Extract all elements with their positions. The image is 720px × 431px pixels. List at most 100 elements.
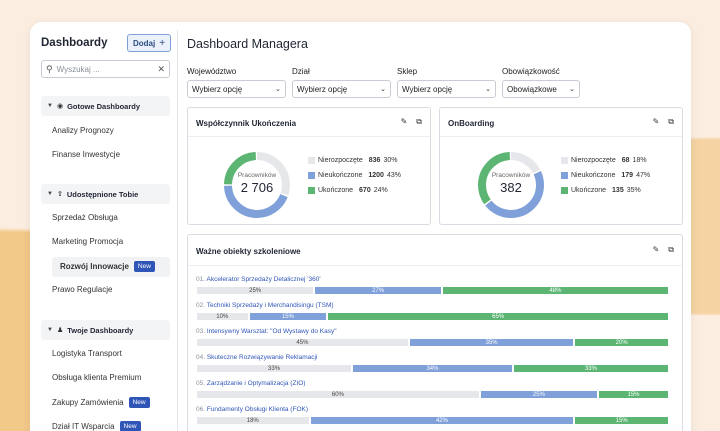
group-udostepnione-tobie[interactable]: ▼ ⇧ Udostępnione Tobie <box>41 184 170 204</box>
pencil-icon[interactable]: ✎ <box>653 117 660 127</box>
select-value: Wybierz opcję <box>402 84 453 94</box>
select-obowiazkowosc[interactable]: Obowiązkowe ⌄ <box>502 80 580 98</box>
sidebar: Dashboardy Dodaj + ⚲ Wyszukaj ... ✕ ▼ ◉ … <box>30 22 177 431</box>
progress-segment: 15% <box>249 313 327 320</box>
object-title[interactable]: 04. Skuteczne Rozwiązywanie Reklamacji <box>196 354 317 361</box>
select-sklep[interactable]: Wybierz opcję ⌄ <box>397 80 496 98</box>
search-input[interactable]: ⚲ Wyszukaj ... ✕ <box>41 60 170 78</box>
object-name: Akcelerator Sprzedaży Detalicznej '360' <box>206 276 321 283</box>
chevron-down-icon: ⌄ <box>380 86 386 93</box>
progress-segment: 18% <box>197 417 309 424</box>
donut-legend: Nierozpoczęte 836 30% Nieukończone 1200 43% … <box>308 153 401 198</box>
object-title[interactable]: 01. Akcelerator Sprzedaży Detalicznej '3… <box>196 276 321 283</box>
sidebar-item-label: Obsługa klienta Premium <box>52 373 142 382</box>
copy-icon[interactable]: ⧉ <box>416 117 422 127</box>
sidebar-divider <box>177 30 178 431</box>
share-icon: ⇧ <box>56 191 63 198</box>
select-value: Wybierz opcję <box>297 84 348 94</box>
legend-count: 68 <box>621 157 630 164</box>
sidebar-item-sprzedaz-obsluga[interactable]: Sprzedaż Obsługa <box>52 213 118 222</box>
legend-pct: 35% <box>626 187 641 194</box>
object-index: 04. <box>196 354 207 361</box>
object-index: 05. <box>196 380 207 387</box>
progress-segment: 33% <box>513 365 668 372</box>
donut-caption: Pracowników <box>491 172 531 179</box>
progress-segment: 65% <box>328 313 668 320</box>
object-title[interactable]: 02. Techniki Sprzedaży i Merchandisingu … <box>196 302 334 309</box>
legend-swatch <box>561 187 568 194</box>
sidebar-item-label: Rozwój Innowacje <box>60 262 129 271</box>
select-wojewodztwo[interactable]: Wybierz opcję ⌄ <box>187 80 286 98</box>
search-icon: ⚲ <box>46 63 53 74</box>
card-onboarding: OnBoarding ✎ ⧉ Pracowników 382 Nierozpocz… <box>439 107 683 225</box>
object-progress-bar: 60% 25% 15% <box>196 391 669 398</box>
legend-label: Nierozpoczęte <box>571 157 616 164</box>
progress-segment: 15% <box>599 391 668 398</box>
card-separator <box>188 265 682 266</box>
object-title[interactable]: 03. Intensywny Warsztat: "Od Wystawy do … <box>196 328 337 335</box>
legend-swatch <box>308 157 315 164</box>
card-separator <box>188 136 430 137</box>
sidebar-item-rozwoj-innowacje[interactable]: Rozwój Innowacje New <box>60 261 155 272</box>
clear-icon[interactable]: ✕ <box>157 64 165 75</box>
legend-label: Nieukończone <box>571 172 616 179</box>
group-twoje-dashboardy[interactable]: ▼ ♟ Twoje Dashboardy <box>41 320 170 340</box>
sidebar-item-zakupy-zamowienia[interactable]: Zakupy Zamówienia New <box>52 397 150 408</box>
sidebar-item-logistyka-transport[interactable]: Logistyka Transport <box>52 349 122 358</box>
sidebar-item-label: Dział IT Wsparcia <box>52 422 115 431</box>
progress-segment: 42% <box>310 417 574 424</box>
legend-count: 836 <box>368 157 381 164</box>
sidebar-item-obsluga-klienta-premium[interactable]: Obsługa klienta Premium <box>52 373 141 382</box>
pencil-icon[interactable]: ✎ <box>401 117 408 127</box>
progress-segment: 25% <box>480 391 598 398</box>
legend-row: Ukończone 135 35% <box>561 183 650 198</box>
filter-label-dzial: Dział <box>292 67 310 76</box>
legend-count: 670 <box>359 187 371 194</box>
pencil-icon[interactable]: ✎ <box>653 245 660 255</box>
object-progress-bar: 18% 42% 15% <box>196 417 669 424</box>
sidebar-item-prawo-regulacje[interactable]: Prawo Regulacje <box>52 285 112 294</box>
object-title[interactable]: 06. Fundamenty Obsługi Klienta (FOK) <box>196 406 308 413</box>
progress-segment: 48% <box>442 287 668 294</box>
select-dzial[interactable]: Wybierz opcję ⌄ <box>292 80 391 98</box>
progress-segment: 20% <box>575 339 668 346</box>
legend-pct: 24% <box>373 187 388 194</box>
object-name: Techniki Sprzedaży i Merchandisingu (TSM… <box>206 302 334 309</box>
filter-label-obowiazkowosc: Obowiązkowość <box>502 67 560 76</box>
card-separator <box>440 136 682 137</box>
legend-swatch <box>561 172 568 179</box>
donut-total: 2 706 <box>240 180 274 195</box>
object-title[interactable]: 05. Zarządzanie i Optymalizacja (ZIO) <box>196 380 305 387</box>
add-button-label: Dodaj <box>132 38 156 48</box>
sidebar-title: Dashboardy <box>41 37 108 49</box>
sidebar-item-dzial-it-wsparcia[interactable]: Dział IT Wsparcia New <box>52 421 141 431</box>
card-title: Ważne obiekty szkoleniowe <box>196 247 301 256</box>
sidebar-item-marketing-promocja[interactable]: Marketing Promocja <box>52 237 123 246</box>
object-index: 03. <box>196 328 207 335</box>
object-progress-bar: 10% 15% 65% <box>196 313 669 320</box>
card-title: Współczynnik Ukończenia <box>196 119 297 128</box>
group-gotowe-dashboardy[interactable]: ▼ ◉ Gotowe Dashboardy <box>41 96 170 116</box>
donut-caption: Pracowników <box>237 172 277 179</box>
object-progress-bar: 45% 35% 20% <box>196 339 669 346</box>
donut-center: Pracowników 382 <box>476 172 546 195</box>
chevron-down-icon: ▼ <box>47 103 53 109</box>
add-dashboard-button[interactable]: Dodaj + <box>127 34 171 52</box>
donut-total: 382 <box>500 180 522 195</box>
legend-row: Nieukończone 179 47% <box>561 168 650 183</box>
object-name: Zarządzanie i Optymalizacja (ZIO) <box>206 380 306 387</box>
filter-label-wojewodztwo: Województwo <box>187 67 237 76</box>
progress-segment: 33% <box>197 365 352 372</box>
legend-swatch <box>561 157 568 164</box>
copy-icon[interactable]: ⧉ <box>668 245 674 255</box>
progress-segment: 45% <box>197 339 408 346</box>
legend-label: Nieukończone <box>318 172 363 179</box>
copy-icon[interactable]: ⧉ <box>668 117 674 127</box>
sidebar-item-finanse-inwestycje[interactable]: Finanse Inwestycje <box>52 150 120 159</box>
sidebar-item-label: Logistyka Transport <box>52 349 122 358</box>
legend-row: Nieukończone 1200 43% <box>308 168 401 183</box>
chevron-down-icon: ⌄ <box>569 86 575 93</box>
sidebar-item-analizy-prognozy[interactable]: Analizy Prognozy <box>52 126 114 135</box>
legend-row: Ukończone 670 24% <box>308 183 401 198</box>
sidebar-item-label: Finanse Inwestycje <box>52 150 121 159</box>
